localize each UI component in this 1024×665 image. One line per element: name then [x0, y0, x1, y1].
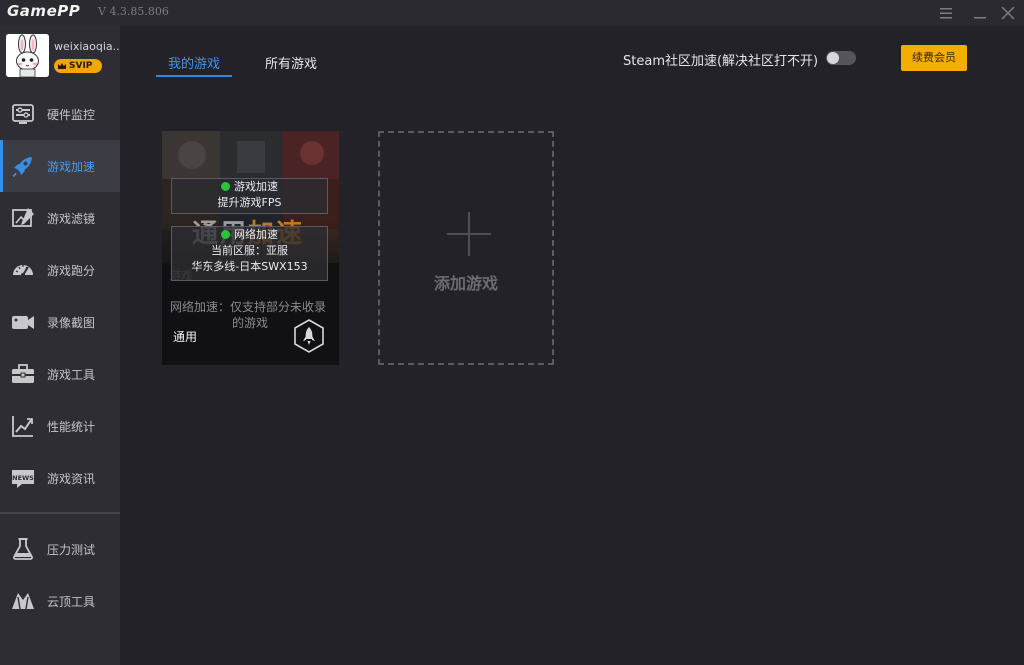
- speedometer-icon: [13, 265, 33, 277]
- sidebar-item-label: 游戏加速: [47, 160, 96, 174]
- status-title: 网络加速: [234, 228, 278, 241]
- rocket-icon: [12, 157, 32, 178]
- mountain-icon: [12, 593, 34, 610]
- username: weixiaoqia..: [54, 40, 120, 53]
- sidebar-item-label: 游戏跑分: [47, 264, 96, 278]
- status-dot: [221, 182, 230, 191]
- card-tag: 通用: [173, 330, 198, 344]
- toolbox-icon: [12, 364, 34, 383]
- status-dot: [221, 230, 230, 239]
- chart-icon: [12, 416, 33, 437]
- game-boost-status: 游戏加速 提升游戏FPS: [171, 178, 328, 214]
- sidebar: weixiaoqia.. SVIP 硬件监控 游戏加速 游戏滤镜 游戏跑分 录像…: [0, 26, 120, 665]
- status-detail: 提升游戏FPS: [217, 196, 282, 209]
- sidebar-item-label: 游戏资讯: [47, 472, 96, 486]
- flask-icon: [13, 538, 33, 560]
- toggle-knob: [827, 52, 839, 64]
- minimize-icon[interactable]: [970, 3, 990, 23]
- camera-icon: [12, 316, 34, 329]
- sidebar-item-tft-tools[interactable]: 云顶工具: [0, 575, 120, 627]
- status-line: 网络加速: [172, 227, 327, 243]
- hamburger-icon[interactable]: [936, 3, 956, 23]
- sidebar-item-game-filter[interactable]: 游戏滤镜: [0, 192, 120, 244]
- sidebar-item-label: 压力测试: [47, 543, 96, 557]
- svip-badge: SVIP: [54, 59, 102, 73]
- network-boost-status: 网络加速 当前区服：亚服 华东多线-日本SWX153: [171, 226, 328, 281]
- sidebar-divider: [0, 512, 120, 514]
- app-logo: GamePP: [7, 2, 81, 20]
- note-line-1: 网络加速：仅支持部分未收录: [170, 300, 327, 314]
- sidebar-item-benchmark[interactable]: 游戏跑分: [0, 244, 120, 296]
- server-node: 华东多线-日本SWX153: [191, 260, 308, 273]
- status-title: 游戏加速: [234, 180, 278, 193]
- sidebar-item-label: 游戏工具: [47, 368, 96, 382]
- sidebar-item-label: 云顶工具: [47, 595, 96, 609]
- sidebar-item-game-news[interactable]: NEWS 游戏资讯: [0, 452, 120, 504]
- add-game-label: 添加游戏: [433, 274, 498, 293]
- sidebar-item-label: 性能统计: [47, 420, 96, 434]
- sidebar-item-hardware-monitor[interactable]: 硬件监控: [0, 88, 120, 140]
- news-icon: NEWS: [12, 470, 34, 488]
- sidebar-item-performance-stats[interactable]: 性能统计: [0, 400, 120, 452]
- user-profile[interactable]: weixiaoqia.. SVIP: [0, 26, 120, 86]
- add-game-button[interactable]: 添加游戏: [378, 131, 554, 365]
- svg-text:NEWS: NEWS: [12, 474, 34, 482]
- active-tab-indicator: [156, 75, 232, 77]
- crown-icon: [58, 63, 66, 69]
- title-bar: GamePP V 4.3.85.806: [0, 0, 1024, 26]
- rabbit-avatar-icon: [6, 34, 49, 77]
- sidebar-item-game-tools[interactable]: 游戏工具: [0, 348, 120, 400]
- tab-all-games[interactable]: 所有游戏: [265, 53, 317, 72]
- game-card-universal[interactable]: 通用加速 游戏加速 提升游戏FPS 游戏 网络加速 当前区服：亚服 华东多线-日…: [162, 131, 339, 365]
- sidebar-item-recording[interactable]: 录像截图: [0, 296, 120, 348]
- sidebar-item-label: 硬件监控: [47, 108, 96, 122]
- svip-label: SVIP: [69, 61, 93, 71]
- sidebar-item-game-boost[interactable]: 游戏加速: [0, 140, 120, 192]
- plus-icon-vertical: [468, 212, 470, 256]
- steam-boost-label: Steam社区加速(解决社区打不开): [623, 54, 819, 69]
- steam-boost-toggle[interactable]: [826, 51, 856, 65]
- renew-membership-button[interactable]: 续费会员: [901, 45, 967, 71]
- avatar[interactable]: [6, 34, 49, 77]
- app-version: V 4.3.85.806: [98, 5, 169, 18]
- hardware-monitor-icon: [12, 104, 34, 124]
- status-line: 游戏加速: [172, 179, 327, 195]
- tab-my-games[interactable]: 我的游戏: [168, 53, 220, 72]
- sidebar-item-label: 游戏滤镜: [47, 212, 96, 226]
- sidebar-item-label: 录像截图: [47, 316, 96, 330]
- close-icon[interactable]: [998, 3, 1018, 23]
- server-region: 当前区服：亚服: [211, 244, 288, 257]
- sidebar-item-stress-test[interactable]: 压力测试: [0, 523, 120, 575]
- rocket-launch-icon[interactable]: [292, 318, 326, 354]
- filter-icon: [12, 208, 34, 227]
